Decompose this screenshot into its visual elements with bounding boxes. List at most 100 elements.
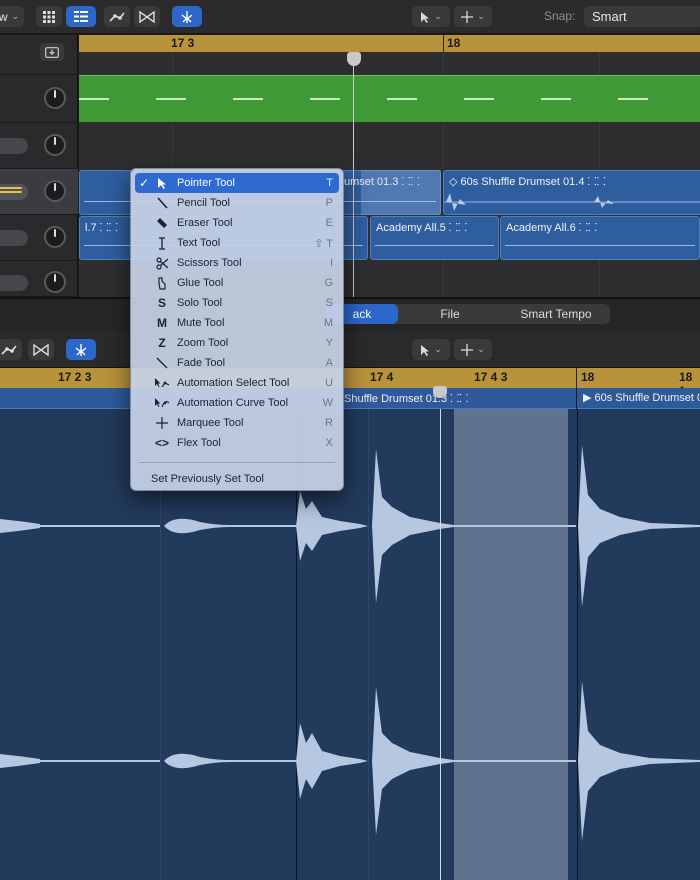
track-header[interactable]	[0, 215, 78, 261]
cmd-click-tool-menu[interactable]: ⌄	[454, 6, 492, 27]
chevron-down-icon: ⌄	[434, 11, 442, 21]
volume-knob[interactable]	[44, 87, 66, 109]
snap-label: Snap:	[544, 9, 576, 23]
automation-button[interactable]	[0, 339, 22, 360]
pointer-icon	[153, 176, 171, 190]
audio-region[interactable]: Academy All.6 ⸬⸬	[500, 216, 700, 260]
track-toggle[interactable]	[0, 275, 28, 291]
logic-pro-window: w ⌄ ⌄ ⌄ Snap: Smart 17 3 18 umset 01.3 ⸬…	[0, 0, 700, 880]
marquee-icon	[461, 343, 474, 356]
marquee-icon	[461, 10, 474, 23]
flex-icon	[33, 343, 49, 356]
menu-item-eraser-tool[interactable]: Eraser Tool E	[135, 213, 339, 233]
region-label: Shuffle Drumset 01.3 ⸬⸬	[344, 393, 469, 405]
view-menu-button[interactable]: w ⌄	[0, 6, 24, 27]
menu-item-solo-tool[interactable]: S Solo Tool S	[135, 293, 339, 313]
editor-region-header[interactable]: ▶ 60s Shuffle Drumset 01.4	[577, 388, 700, 409]
track-header[interactable]	[0, 75, 78, 123]
grid-view-button[interactable]	[36, 6, 62, 27]
volume-knob[interactable]	[44, 180, 66, 202]
audio-waveform	[0, 445, 700, 841]
ruler-label: 17 3	[171, 36, 195, 50]
menu-item-scissors-tool[interactable]: Scissors Tool I	[135, 253, 339, 273]
beat-marker	[79, 98, 109, 100]
editor-toolbar: ⌄ ⌄	[0, 331, 700, 368]
volume-knob[interactable]	[44, 134, 66, 156]
editor-ruler[interactable]: 17 2 3 17 4 17 4 3 18 18 1	[0, 368, 700, 398]
region-label: Academy All.6 ⸬⸬	[506, 222, 597, 234]
editor-tab-bar: ack File Smart Tempo	[0, 299, 700, 331]
menu-separator	[139, 462, 335, 463]
ruler-label: 17 2 3	[58, 370, 92, 384]
global-track-header	[0, 35, 78, 75]
track-header[interactable]	[0, 123, 78, 169]
automation-button[interactable]	[104, 6, 130, 27]
menu-item-text-tool[interactable]: Text Tool ⇧ T	[135, 233, 339, 253]
volume-knob[interactable]	[44, 226, 66, 248]
track-header-selected[interactable]	[0, 169, 78, 215]
snap-select[interactable]: Smart	[584, 6, 700, 27]
menu-item-marquee-tool[interactable]: Marquee Tool R	[135, 413, 339, 433]
drummer-region[interactable]	[79, 75, 700, 122]
beat-marker	[156, 98, 186, 100]
catch-icon	[181, 10, 193, 23]
menu-item-pencil-tool[interactable]: Pencil Tool P	[135, 193, 339, 213]
text-cursor-icon	[153, 236, 171, 250]
left-click-tool-menu[interactable]: ⌄	[412, 339, 450, 360]
automation-curve-icon	[153, 396, 171, 410]
region-label: ▶ 60s Shuffle Drumset 01.4	[583, 392, 700, 404]
track-toggle[interactable]	[0, 138, 28, 154]
main-toolbar: w ⌄ ⌄ ⌄ Snap: Smart	[0, 0, 700, 34]
zoom-icon: Z	[158, 336, 166, 350]
playhead-handle[interactable]	[347, 52, 361, 66]
menu-item-zoom-tool[interactable]: Z Zoom Tool Y	[135, 333, 339, 353]
bar-ruler[interactable]: 17 3 18	[79, 35, 700, 52]
catch-playhead-button[interactable]	[66, 339, 96, 360]
volume-knob[interactable]	[44, 271, 66, 293]
cmd-click-tool-menu[interactable]: ⌄	[454, 339, 492, 360]
automation-curve-icon	[1, 345, 17, 355]
beat-marker	[310, 98, 340, 100]
menu-item-fade-tool[interactable]: Fade Tool A	[135, 353, 339, 373]
region-label: Academy All.5 ⸬⸬	[376, 222, 467, 234]
menu-item-glue-tool[interactable]: Glue Tool G	[135, 273, 339, 293]
ruler-tick	[576, 368, 577, 388]
waveform	[375, 245, 494, 246]
chevron-down-icon: ⌄	[477, 344, 485, 354]
menu-item-set-previously-set-tool[interactable]: Set Previously Set Tool	[135, 469, 339, 489]
menu-item-pointer-tool[interactable]: ✓ Pointer Tool T	[135, 173, 339, 193]
track-header[interactable]	[0, 261, 78, 297]
tab-smart-tempo[interactable]: Smart Tempo	[502, 304, 610, 324]
menu-item-automation-curve-tool[interactable]: Automation Curve Tool W	[135, 393, 339, 413]
solo-icon: S	[157, 296, 166, 310]
catch-playhead-button[interactable]	[172, 6, 202, 27]
track-toggle[interactable]	[0, 230, 28, 246]
pointer-icon	[421, 344, 430, 356]
playhead[interactable]	[353, 52, 354, 297]
menu-item-automation-select-tool[interactable]: Automation Select Tool U	[135, 373, 339, 393]
tab-file[interactable]: File	[398, 304, 502, 324]
audio-region[interactable]: ◇ 60s Shuffle Drumset 01.4 ⸬⸬	[443, 170, 700, 215]
beat-marker	[233, 98, 263, 100]
menu-item-flex-tool[interactable]: <> Flex Tool X	[135, 433, 339, 453]
fade-icon	[153, 356, 171, 370]
beat-marker	[618, 98, 648, 100]
pointer-icon	[421, 11, 430, 23]
region-label: ◇ 60s Shuffle Drumset 01.4 ⸬⸬	[449, 176, 606, 188]
ruler-label: 17 4 3	[474, 370, 508, 384]
ruler-label: 17 4	[370, 370, 394, 384]
waveform	[444, 193, 700, 211]
pencil-icon	[153, 196, 171, 210]
list-view-button[interactable]	[66, 6, 96, 27]
waveform-editor[interactable]	[0, 409, 700, 880]
flex-button[interactable]	[28, 339, 54, 360]
tool-menu: ✓ Pointer Tool T Pencil Tool P Eraser To…	[130, 168, 344, 491]
menu-item-mute-tool[interactable]: M Mute Tool M	[135, 313, 339, 333]
left-click-tool-menu[interactable]: ⌄	[412, 6, 450, 27]
playhead-handle[interactable]	[433, 386, 447, 398]
import-button[interactable]	[40, 43, 64, 61]
flex-button[interactable]	[134, 6, 160, 27]
playhead[interactable]	[440, 409, 441, 880]
waveform	[505, 245, 695, 246]
audio-region[interactable]: Academy All.5 ⸬⸬	[370, 216, 499, 260]
